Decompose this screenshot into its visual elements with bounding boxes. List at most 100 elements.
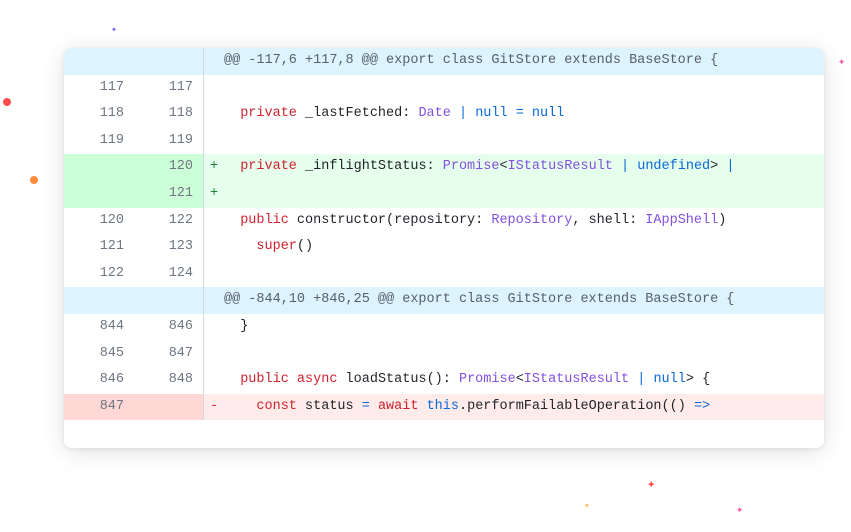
diff-row-del[interactable]: 847- const status = await this.performFa… xyxy=(64,394,824,421)
diff-marker xyxy=(204,208,224,235)
code-token: super xyxy=(256,239,297,254)
code-token: , xyxy=(572,213,588,228)
code-token: status xyxy=(297,399,362,414)
code-token: Date xyxy=(418,106,450,121)
code-token: ( xyxy=(386,213,394,228)
code-token: : xyxy=(402,106,418,121)
sparkle-icon: ✦ xyxy=(736,504,743,516)
diff-row-ctx[interactable]: 844846 } xyxy=(64,314,824,341)
diff-row-ctx[interactable]: 121123 super() xyxy=(64,234,824,261)
code-token: async xyxy=(297,372,338,387)
code-line[interactable]: super() xyxy=(224,234,824,261)
code-token: | xyxy=(726,159,734,174)
diff-row-ctx[interactable]: 845847 xyxy=(64,341,824,368)
line-number-new xyxy=(134,48,204,75)
code-token: < xyxy=(499,159,507,174)
line-number-new: 123 xyxy=(134,234,204,261)
sparkle-icon: ✦ xyxy=(838,56,845,68)
code-token: await xyxy=(378,399,419,414)
code-token xyxy=(224,372,240,387)
code-token: : xyxy=(443,372,459,387)
code-line[interactable]: public constructor(repository: Repositor… xyxy=(224,208,824,235)
code-token xyxy=(467,106,475,121)
code-token: | xyxy=(459,106,467,121)
dot-icon xyxy=(30,176,38,184)
code-token: shell xyxy=(589,213,630,228)
code-line[interactable] xyxy=(224,128,824,155)
code-token: constructor xyxy=(289,213,386,228)
diff-marker xyxy=(204,341,224,368)
code-token xyxy=(370,399,378,414)
code-token: Promise xyxy=(459,372,516,387)
diff-row-ctx[interactable]: 117117 xyxy=(64,75,824,102)
line-number-new: 847 xyxy=(134,341,204,368)
diff-marker: + xyxy=(204,181,224,208)
diff-table[interactable]: @@ -117,6 +117,8 @@ export class GitStor… xyxy=(64,48,824,420)
diff-marker: + xyxy=(204,154,224,181)
line-number-new: 846 xyxy=(134,314,204,341)
diff-marker xyxy=(204,48,224,75)
code-line[interactable]: @@ -117,6 +117,8 @@ export class GitStor… xyxy=(224,48,824,75)
code-token: : xyxy=(629,213,645,228)
code-line[interactable] xyxy=(224,181,824,208)
diff-row-ctx[interactable]: 119119 xyxy=(64,128,824,155)
code-token: loadStatus xyxy=(337,372,426,387)
code-token xyxy=(508,106,516,121)
line-number-new xyxy=(134,394,204,421)
code-token: @@ -844,10 +846,25 @@ export class GitSt… xyxy=(224,292,734,307)
line-number-new: 119 xyxy=(134,128,204,155)
code-line[interactable]: private _inflightStatus: Promise<IStatus… xyxy=(224,154,824,181)
line-number-old: 845 xyxy=(64,341,134,368)
diff-row-ctx[interactable]: 122124 xyxy=(64,261,824,288)
code-token: ) xyxy=(718,213,726,228)
code-line[interactable]: const status = await this.performFailabl… xyxy=(224,394,824,421)
code-line[interactable] xyxy=(224,261,824,288)
line-number-old: 846 xyxy=(64,367,134,394)
line-number-old: 119 xyxy=(64,128,134,155)
diff-row-hunk[interactable]: @@ -844,10 +846,25 @@ export class GitSt… xyxy=(64,287,824,314)
line-number-old: 117 xyxy=(64,75,134,102)
code-token: repository xyxy=(394,213,475,228)
line-number-old xyxy=(64,48,134,75)
code-line[interactable]: } xyxy=(224,314,824,341)
diff-row-ctx[interactable]: 120122 public constructor(repository: Re… xyxy=(64,208,824,235)
line-number-new: 120 xyxy=(134,154,204,181)
code-line[interactable] xyxy=(224,75,824,102)
code-token xyxy=(524,106,532,121)
line-number-old: 844 xyxy=(64,314,134,341)
code-line[interactable]: private _lastFetched: Date | null = null xyxy=(224,101,824,128)
code-token: IAppShell xyxy=(645,213,718,228)
code-token: undefined xyxy=(637,159,710,174)
code-token: : xyxy=(475,213,491,228)
code-line[interactable]: public async loadStatus(): Promise<IStat… xyxy=(224,367,824,394)
code-token: public xyxy=(240,372,289,387)
code-token: . xyxy=(459,399,467,414)
diff-row-ctx[interactable]: 118118 private _lastFetched: Date | null… xyxy=(64,101,824,128)
diff-row-hunk[interactable]: @@ -117,6 +117,8 @@ export class GitStor… xyxy=(64,48,824,75)
diff-row-add[interactable]: 121+ xyxy=(64,181,824,208)
code-token: this xyxy=(427,399,459,414)
code-token xyxy=(224,106,240,121)
diff-marker xyxy=(204,234,224,261)
diff-panel: @@ -117,6 +117,8 @@ export class GitStor… xyxy=(64,48,824,448)
diff-marker xyxy=(204,314,224,341)
diff-row-ctx[interactable]: 846848 public async loadStatus(): Promis… xyxy=(64,367,824,394)
code-token: () xyxy=(427,372,443,387)
code-token: const xyxy=(256,399,297,414)
code-token: null xyxy=(475,106,507,121)
code-line[interactable]: @@ -844,10 +846,25 @@ export class GitSt… xyxy=(224,287,824,314)
sparkle-icon: ✦ xyxy=(584,502,590,512)
diff-marker xyxy=(204,128,224,155)
code-token: null xyxy=(532,106,564,121)
dot-icon xyxy=(3,98,11,106)
code-token xyxy=(224,213,240,228)
code-line[interactable] xyxy=(224,341,824,368)
diff-row-add[interactable]: 120+ private _inflightStatus: Promise<IS… xyxy=(64,154,824,181)
sparkle-icon: ✦ xyxy=(111,26,117,36)
code-token: { xyxy=(694,372,710,387)
line-number-old: 120 xyxy=(64,208,134,235)
code-token xyxy=(224,239,256,254)
line-number-new: 118 xyxy=(134,101,204,128)
line-number-old xyxy=(64,287,134,314)
code-token xyxy=(224,399,256,414)
